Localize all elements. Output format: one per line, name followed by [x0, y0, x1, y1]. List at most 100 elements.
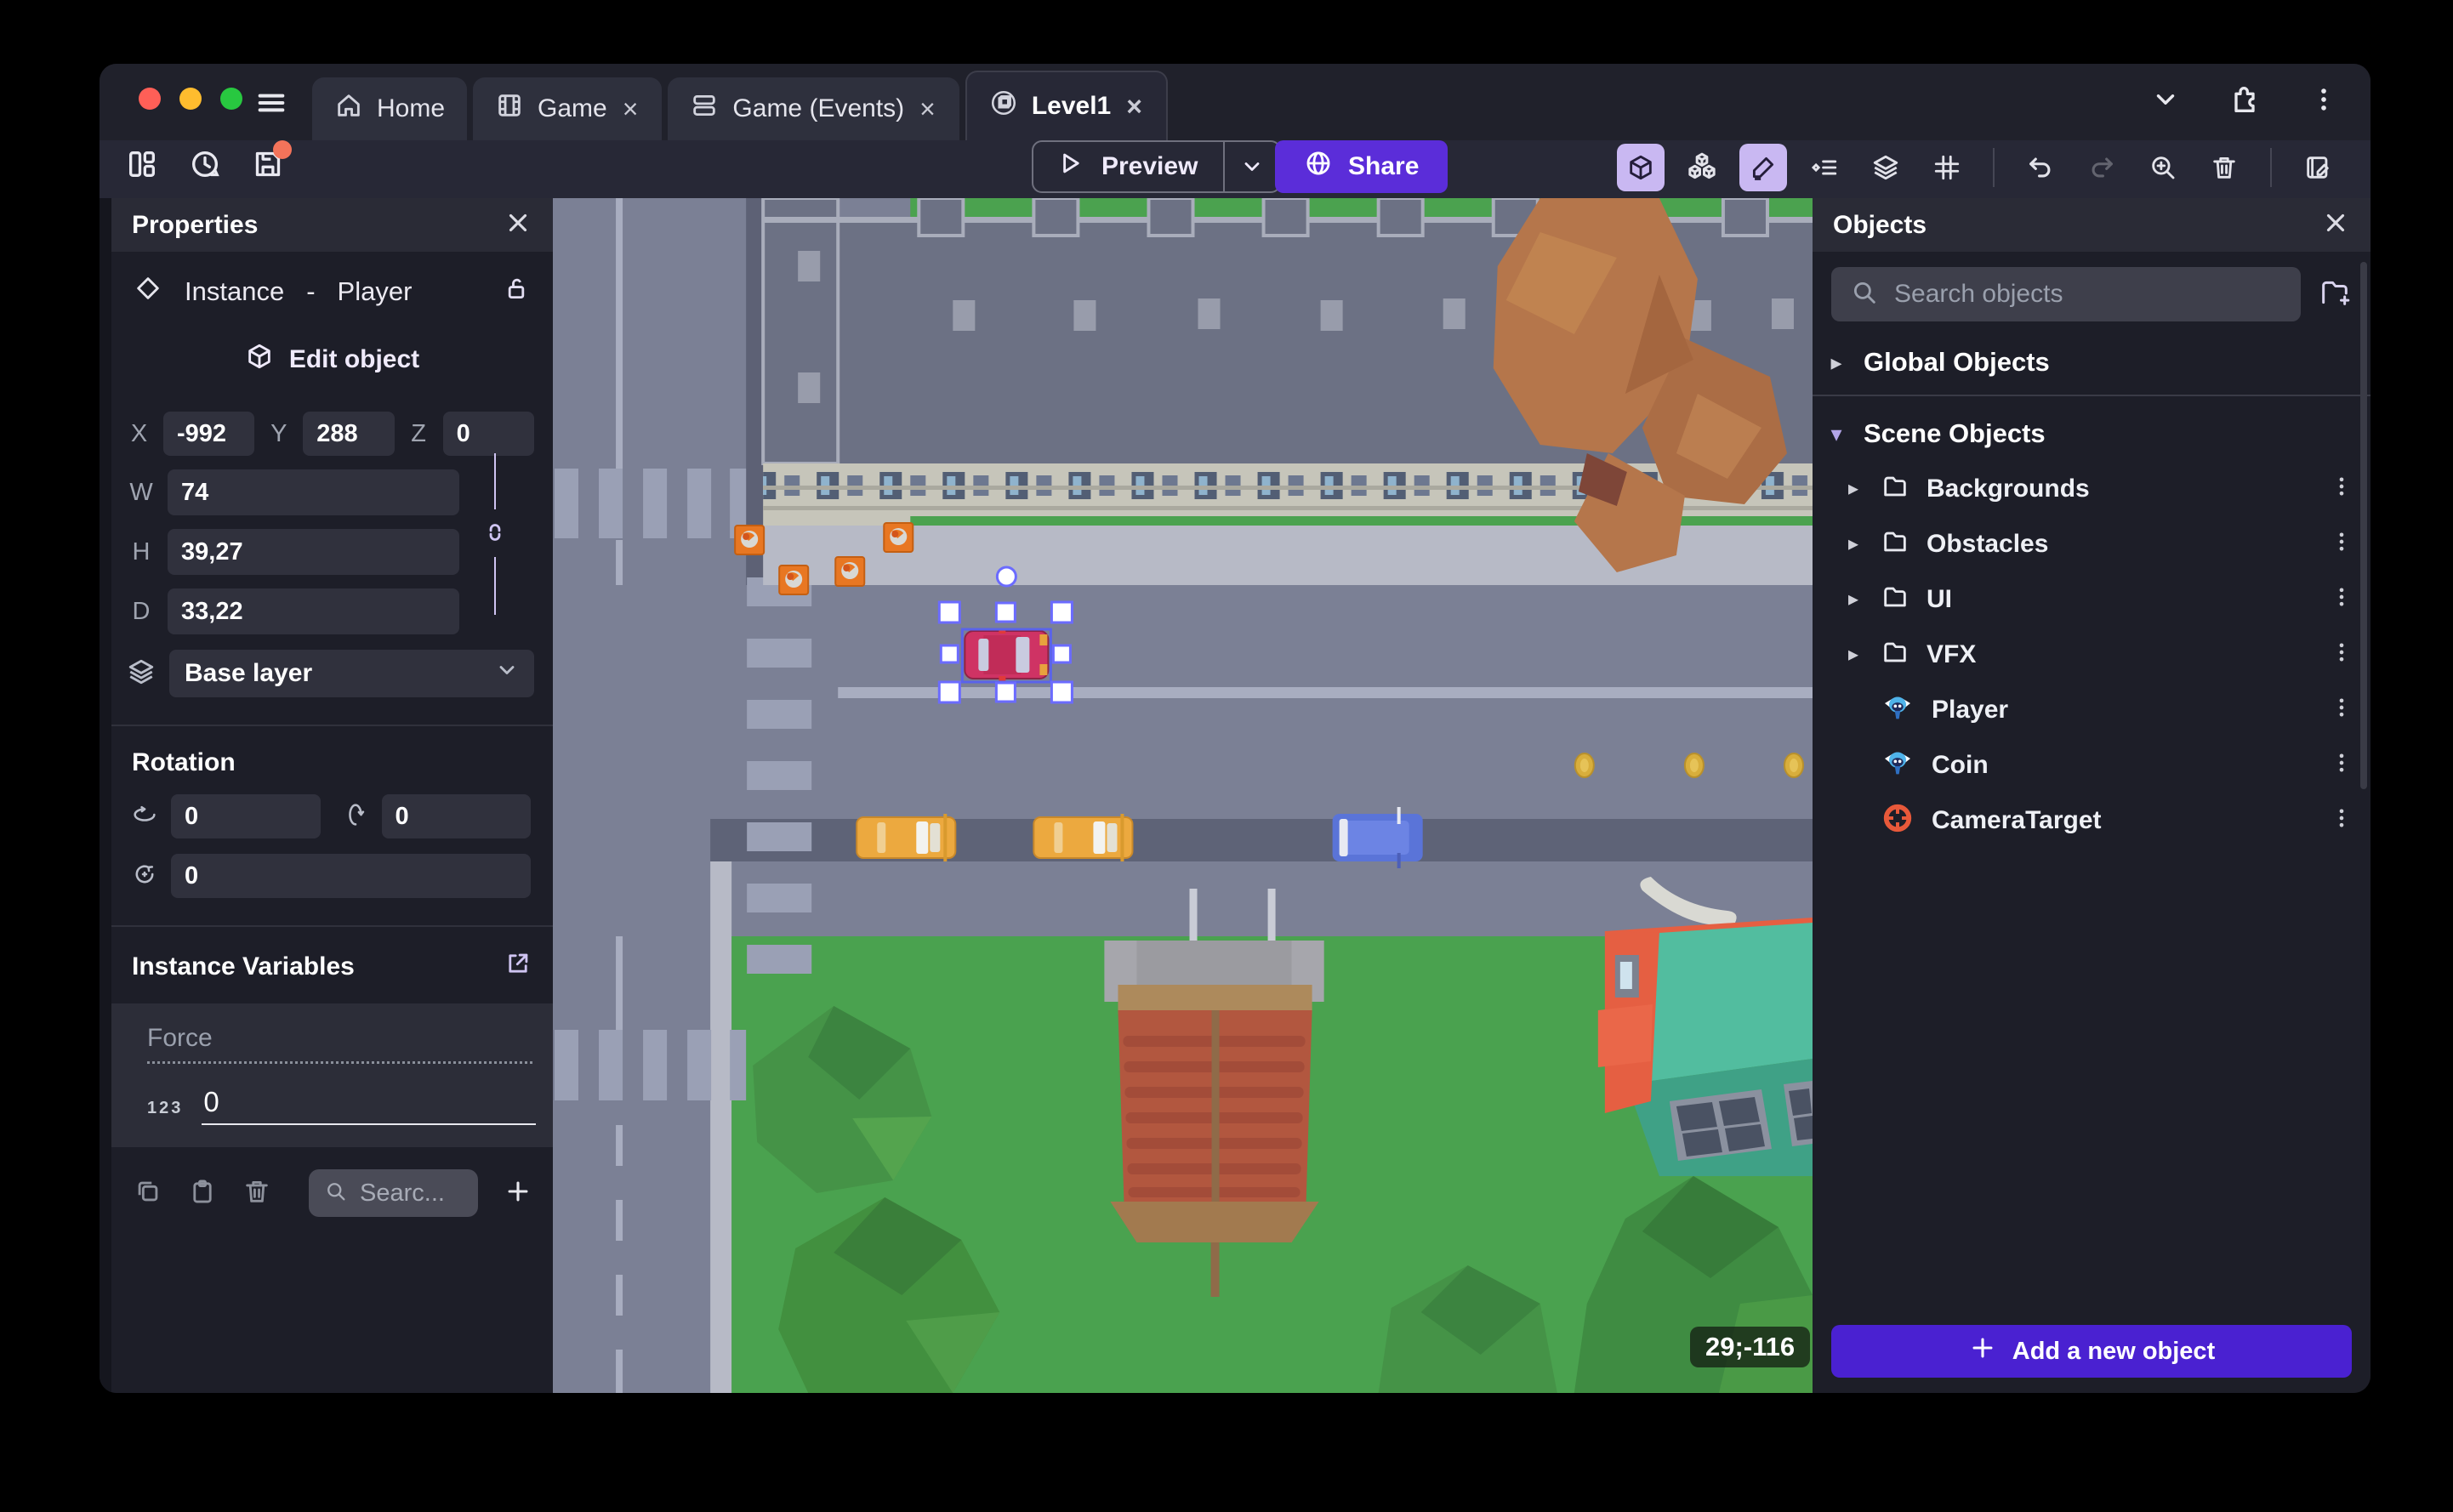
objects-groups-button[interactable]: [1678, 144, 1726, 191]
height-input[interactable]: [168, 537, 459, 566]
yellow-car[interactable]: [1033, 814, 1134, 861]
extensions-puzzle-icon[interactable]: [2228, 82, 2262, 121]
depth-input[interactable]: [168, 597, 459, 626]
row-menu-kebab-icon[interactable]: [2330, 530, 2353, 558]
globe-icon: [1304, 149, 1333, 185]
collapse-chevron-icon[interactable]: [2151, 85, 2180, 118]
object-row-cameratarget[interactable]: CameraTarget: [1813, 793, 2370, 848]
variable-value-input[interactable]: [202, 1086, 536, 1123]
properties-panel: Properties Instance - Player Edit object: [100, 198, 553, 1393]
add-folder-icon[interactable]: [2318, 276, 2352, 314]
history-icon[interactable]: [188, 147, 222, 185]
row-menu-kebab-icon[interactable]: [2330, 640, 2353, 668]
chevron-right-icon: ▸: [1848, 532, 1859, 555]
events-list-icon: [690, 91, 719, 127]
edit-object-button[interactable]: Edit object: [127, 333, 538, 386]
group-label: Scene Objects: [1864, 418, 2046, 448]
folder-row-obstacles[interactable]: ▸ Obstacles: [1813, 516, 2370, 571]
y-input[interactable]: [303, 419, 395, 448]
yellow-car[interactable]: [856, 814, 957, 861]
proportional-resize-toggle[interactable]: [478, 453, 512, 615]
global-objects-group[interactable]: ▸ Global Objects: [1813, 330, 2370, 389]
rotation-x-input[interactable]: [171, 802, 321, 831]
paste-variable-icon[interactable]: [188, 1177, 217, 1210]
scene-properties-button[interactable]: [2294, 144, 2342, 191]
layer-dropdown[interactable]: Base layer: [169, 650, 534, 697]
tab-game-events[interactable]: Game (Events) ×: [668, 77, 959, 140]
maximize-window-button[interactable]: [220, 88, 242, 110]
row-menu-kebab-icon[interactable]: [2330, 751, 2353, 779]
object-row-player[interactable]: Player: [1813, 682, 2370, 737]
panels-layout-icon[interactable]: [125, 147, 159, 185]
objects-panel-scrollbar[interactable]: [2360, 262, 2367, 789]
rotation-z-input[interactable]: [171, 861, 531, 890]
folder-row-vfx[interactable]: ▸ VFX: [1813, 627, 2370, 682]
instance-object-name: Player: [337, 276, 413, 306]
zoom-in-button[interactable]: [2139, 144, 2187, 191]
close-tab-icon[interactable]: ×: [1124, 93, 1144, 120]
grid-button[interactable]: [1923, 144, 1971, 191]
depth-label: D: [132, 597, 151, 625]
row-menu-kebab-icon[interactable]: [2330, 806, 2353, 834]
toggle-3d-view-button[interactable]: [1617, 144, 1665, 191]
add-new-object-button[interactable]: Add a new object: [1831, 1325, 2352, 1378]
height-label: H: [132, 537, 151, 566]
variable-name[interactable]: Force: [147, 1024, 532, 1064]
x-input[interactable]: [162, 419, 255, 448]
open-variables-editor-icon[interactable]: [504, 949, 532, 985]
scene-canvas[interactable]: 29;-116: [553, 198, 1813, 1393]
tab-home[interactable]: Home: [312, 77, 468, 140]
chevron-down-icon: ▾: [1830, 420, 1842, 446]
instances-list-button[interactable]: [1801, 144, 1848, 191]
brick-tower[interactable]: [1104, 889, 1324, 1297]
browser-menu-kebab-icon[interactable]: [2309, 85, 2338, 118]
close-tab-icon[interactable]: ×: [621, 95, 640, 122]
cube-3d-icon: [245, 342, 274, 378]
delete-variable-icon[interactable]: [242, 1177, 271, 1210]
scene-objects-group[interactable]: ▾ Scene Objects: [1813, 401, 2370, 461]
close-tab-icon[interactable]: ×: [918, 95, 937, 122]
objects-search-input[interactable]: [1894, 280, 2282, 309]
rotation-y-field: [381, 794, 531, 838]
row-menu-kebab-icon[interactable]: [2330, 475, 2353, 503]
preview-button[interactable]: Preview: [1033, 149, 1223, 185]
redo-button-disabled[interactable]: [2078, 144, 2126, 191]
preview-options-chevron[interactable]: [1225, 155, 1279, 179]
x-label: X: [130, 419, 148, 447]
share-button[interactable]: Share: [1275, 140, 1448, 193]
plus-icon: [1968, 1333, 1997, 1369]
z-label: Z: [411, 419, 426, 447]
objects-title: Objects: [1833, 210, 1927, 239]
selected-player-car[interactable]: [964, 628, 1050, 681]
z-field: [442, 412, 534, 456]
width-input[interactable]: [168, 478, 459, 507]
layers-button[interactable]: [1862, 144, 1909, 191]
rotation-x-field: [171, 794, 321, 838]
folder-row-backgrounds[interactable]: ▸ Backgrounds: [1813, 461, 2370, 516]
save-project-icon[interactable]: [251, 140, 292, 185]
rotation-y-input[interactable]: [381, 802, 531, 831]
variables-search-input[interactable]: [360, 1179, 463, 1208]
close-window-button[interactable]: [139, 88, 161, 110]
copy-variable-icon[interactable]: [134, 1177, 162, 1210]
z-input[interactable]: [442, 419, 534, 448]
edit-mode-button[interactable]: [1739, 144, 1787, 191]
row-menu-kebab-icon[interactable]: [2330, 585, 2353, 613]
row-menu-kebab-icon[interactable]: [2330, 696, 2353, 724]
width-field: [168, 469, 459, 515]
minimize-window-button[interactable]: [179, 88, 202, 110]
add-variable-icon[interactable]: [504, 1177, 532, 1210]
close-properties-icon[interactable]: [504, 208, 532, 242]
tab-level1-active[interactable]: Level1 ×: [965, 71, 1168, 140]
blue-car[interactable]: [1332, 807, 1423, 868]
folder-row-ui[interactable]: ▸ UI: [1813, 571, 2370, 627]
object-row-coin[interactable]: Coin: [1813, 737, 2370, 793]
undo-button[interactable]: [2017, 144, 2064, 191]
close-objects-icon[interactable]: [2321, 208, 2350, 242]
rotate-x-axis-icon: [130, 800, 159, 833]
main-menu-icon[interactable]: [254, 86, 288, 124]
delete-button[interactable]: [2200, 144, 2248, 191]
app-window: Home Game × Game (Events) × Level1 × Pre…: [100, 64, 2370, 1393]
lock-open-icon[interactable]: [502, 274, 531, 310]
tab-game[interactable]: Game ×: [473, 77, 663, 140]
